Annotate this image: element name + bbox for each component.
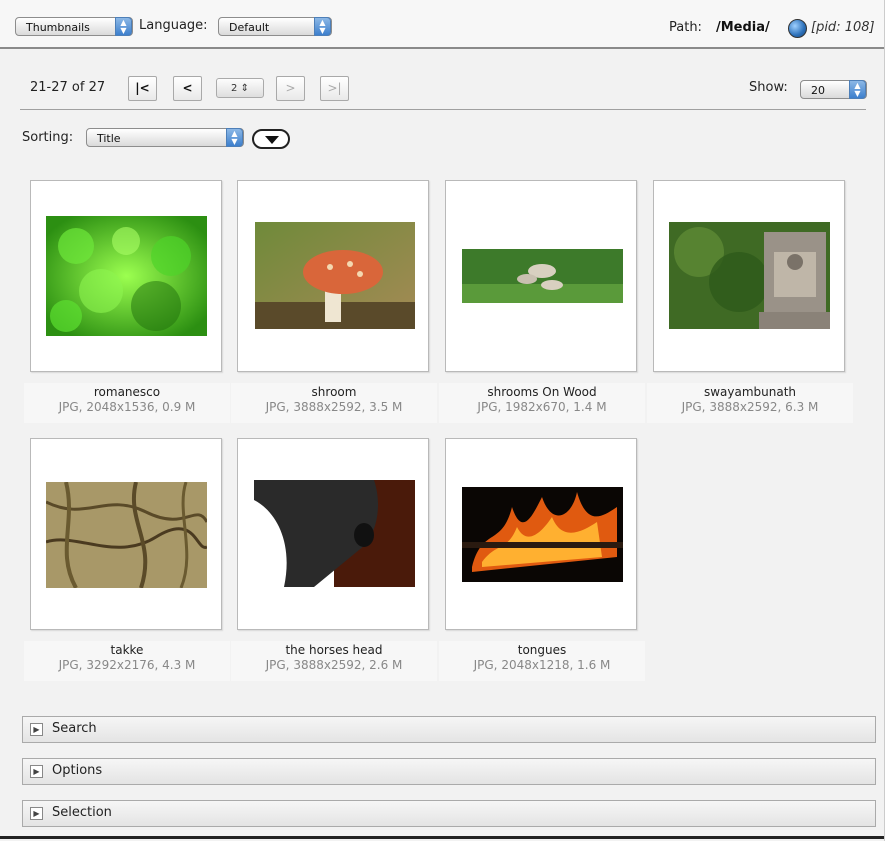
file-meta: JPG, 3888x2592, 2.6 M xyxy=(265,658,403,672)
thumbnail-card[interactable] xyxy=(30,180,222,372)
thumbnail-caption: swayambunath JPG, 3888x2592, 6.3 M xyxy=(647,383,853,423)
pid-text: [pid: 108] xyxy=(811,20,875,35)
select-arrows-icon: ▲ ▼ xyxy=(115,17,132,36)
show-count-select[interactable]: 20 ▲ ▼ xyxy=(800,80,867,99)
first-page-button[interactable]: |< xyxy=(128,76,157,101)
bottom-border xyxy=(0,836,884,839)
select-arrows-icon: ⇕ xyxy=(240,83,249,94)
last-page-button[interactable]: >| xyxy=(320,76,349,101)
file-meta: JPG, 3888x2592, 6.3 M xyxy=(681,400,819,414)
page-select-value: 2 xyxy=(231,83,238,94)
options-panel-label: Options xyxy=(52,763,103,778)
file-meta: JPG, 1982x670, 1.4 M xyxy=(477,400,607,414)
file-meta: JPG, 3292x2176, 4.3 M xyxy=(58,658,196,672)
file-name[interactable]: tongues xyxy=(439,643,645,658)
thumbnail-caption: shrooms On Wood JPG, 1982x670, 1.4 M xyxy=(439,383,645,423)
file-name[interactable]: shroom xyxy=(231,385,437,400)
language-select[interactable]: Default ▲ ▼ xyxy=(218,17,332,36)
path-value[interactable]: /Media/ xyxy=(716,20,770,35)
view-mode-value: Thumbnails xyxy=(26,21,90,34)
thumbnail-caption: romanesco JPG, 2048x1536, 0.9 M xyxy=(24,383,230,423)
file-name[interactable]: the horses head xyxy=(231,643,437,658)
language-label: Language: xyxy=(139,18,208,33)
media-browser: Thumbnails ▲ ▼ Language: Default ▲ ▼ Path:… xyxy=(0,0,885,841)
selection-panel-label: Selection xyxy=(52,805,112,820)
file-meta: JPG, 2048x1218, 1.6 M xyxy=(473,658,611,672)
show-label: Show: xyxy=(749,80,788,95)
sort-direction-button[interactable] xyxy=(252,129,290,149)
globe-icon[interactable] xyxy=(788,19,807,38)
thumbnail-card[interactable] xyxy=(653,180,845,372)
search-panel-label: Search xyxy=(52,721,97,736)
path-label: Path: xyxy=(669,20,702,35)
file-meta: JPG, 3888x2592, 3.5 M xyxy=(265,400,403,414)
sorting-label: Sorting: xyxy=(22,130,74,145)
thumbnail-image xyxy=(46,216,207,336)
show-count-value: 20 xyxy=(811,84,825,97)
select-arrows-icon: ▲ ▼ xyxy=(226,128,243,147)
expand-icon: ▶ xyxy=(30,723,43,736)
page-range-text: 21-27 of 27 xyxy=(30,80,106,95)
thumbnail-image xyxy=(255,222,415,329)
thumbnail-image xyxy=(462,249,623,303)
top-toolbar: Thumbnails ▲ ▼ Language: Default ▲ ▼ Path:… xyxy=(0,0,884,49)
select-arrows-icon: ▲ ▼ xyxy=(314,17,331,36)
file-name[interactable]: shrooms On Wood xyxy=(439,385,645,400)
page-select[interactable]: 2 ⇕ xyxy=(216,78,264,98)
sorting-select[interactable]: Title ▲ ▼ xyxy=(86,128,244,147)
thumbnail-card[interactable] xyxy=(445,438,637,630)
language-value: Default xyxy=(229,21,270,34)
thumbnail-caption: the horses head JPG, 3888x2592, 2.6 M xyxy=(231,641,437,681)
file-meta: JPG, 2048x1536, 0.9 M xyxy=(58,400,196,414)
thumbnail-card[interactable] xyxy=(237,438,429,630)
options-panel-header[interactable]: ▶ Options xyxy=(22,758,876,785)
thumbnail-card[interactable] xyxy=(445,180,637,372)
sorting-value: Title xyxy=(97,132,121,145)
select-arrows-icon: ▲ ▼ xyxy=(849,80,866,99)
thumbnail-image xyxy=(462,487,623,582)
selection-panel-header[interactable]: ▶ Selection xyxy=(22,800,876,827)
thumbnail-caption: tongues JPG, 2048x1218, 1.6 M xyxy=(439,641,645,681)
thumbnail-card[interactable] xyxy=(30,438,222,630)
thumbnail-caption: takke JPG, 3292x2176, 4.3 M xyxy=(24,641,230,681)
thumbnail-image xyxy=(669,222,830,329)
divider xyxy=(20,109,866,110)
prev-page-button[interactable]: < xyxy=(173,76,202,101)
next-page-button[interactable]: > xyxy=(276,76,305,101)
expand-icon: ▶ xyxy=(30,807,43,820)
view-mode-select[interactable]: Thumbnails ▲ ▼ xyxy=(15,17,133,36)
thumbnail-image xyxy=(46,482,207,588)
thumbnail-image xyxy=(254,480,415,587)
search-panel-header[interactable]: ▶ Search xyxy=(22,716,876,743)
file-name[interactable]: swayambunath xyxy=(647,385,853,400)
thumbnail-caption: shroom JPG, 3888x2592, 3.5 M xyxy=(231,383,437,423)
file-name[interactable]: romanesco xyxy=(24,385,230,400)
file-name[interactable]: takke xyxy=(24,643,230,658)
expand-icon: ▶ xyxy=(30,765,43,778)
thumbnail-card[interactable] xyxy=(237,180,429,372)
